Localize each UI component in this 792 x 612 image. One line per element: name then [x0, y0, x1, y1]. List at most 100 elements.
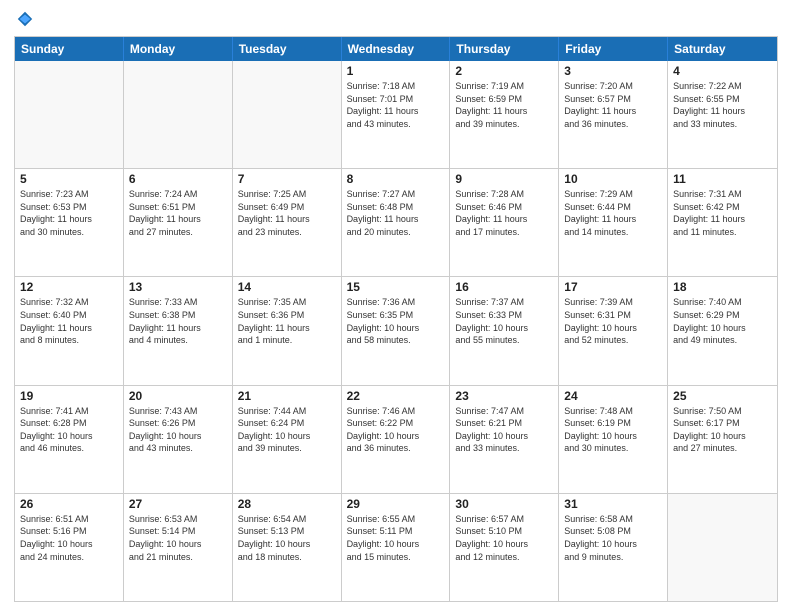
- calendar-header-cell: Tuesday: [233, 37, 342, 61]
- calendar-cell: 11 Sunrise: 7:31 AM Sunset: 6:42 PM Dayli…: [668, 169, 777, 276]
- calendar-cell-empty: [124, 61, 233, 168]
- calendar-cell: 21 Sunrise: 7:44 AM Sunset: 6:24 PM Dayli…: [233, 386, 342, 493]
- calendar: SundayMondayTuesdayWednesdayThursdayFrid…: [14, 36, 778, 602]
- calendar-header-cell: Sunday: [15, 37, 124, 61]
- day-number: 7: [238, 172, 336, 186]
- calendar-cell: 16 Sunrise: 7:37 AM Sunset: 6:33 PM Dayli…: [450, 277, 559, 384]
- calendar-cell: 18Sunrise: 7:40 AM Sunset: 6:29 PM Dayli…: [668, 277, 777, 384]
- calendar-row: 19 Sunrise: 7:41 AM Sunset: 6:28 PM Dayli…: [15, 385, 777, 493]
- cell-info: Sunrise: 7:36 AM Sunset: 6:35 PM Dayligh…: [347, 296, 445, 346]
- day-number: 31: [564, 497, 662, 511]
- cell-info: Sunrise: 7:24 AM Sunset: 6:51 PM Dayligh…: [129, 188, 227, 238]
- logo-icon: [16, 10, 34, 28]
- day-number: 10: [564, 172, 662, 186]
- calendar-cell: 15 Sunrise: 7:36 AM Sunset: 6:35 PM Dayli…: [342, 277, 451, 384]
- calendar-cell: 27 Sunrise: 6:53 AM Sunset: 5:14 PM Dayli…: [124, 494, 233, 601]
- calendar-cell: 29 Sunrise: 6:55 AM Sunset: 5:11 PM Dayli…: [342, 494, 451, 601]
- day-number: 2: [455, 64, 553, 78]
- calendar-cell: 30 Sunrise: 6:57 AM Sunset: 5:10 PM Dayli…: [450, 494, 559, 601]
- calendar-cell-empty: [233, 61, 342, 168]
- day-number: 9: [455, 172, 553, 186]
- cell-info: Sunrise: 7:22 AM Sunset: 6:55 PM Dayligh…: [673, 80, 772, 130]
- calendar-cell: 12 Sunrise: 7:32 AM Sunset: 6:40 PM Dayli…: [15, 277, 124, 384]
- day-number: 23: [455, 389, 553, 403]
- calendar-cell: 17 Sunrise: 7:39 AM Sunset: 6:31 PM Dayli…: [559, 277, 668, 384]
- cell-info: Sunrise: 6:53 AM Sunset: 5:14 PM Dayligh…: [129, 513, 227, 563]
- day-number: 24: [564, 389, 662, 403]
- cell-info: Sunrise: 7:31 AM Sunset: 6:42 PM Dayligh…: [673, 188, 772, 238]
- day-number: 12: [20, 280, 118, 294]
- cell-info: Sunrise: 7:32 AM Sunset: 6:40 PM Dayligh…: [20, 296, 118, 346]
- calendar-cell: 9 Sunrise: 7:28 AM Sunset: 6:46 PM Daylig…: [450, 169, 559, 276]
- calendar-cell: 2 Sunrise: 7:19 AM Sunset: 6:59 PM Daylig…: [450, 61, 559, 168]
- cell-info: Sunrise: 7:18 AM Sunset: 7:01 PM Dayligh…: [347, 80, 445, 130]
- calendar-cell: 1 Sunrise: 7:18 AM Sunset: 7:01 PM Daylig…: [342, 61, 451, 168]
- day-number: 17: [564, 280, 662, 294]
- cell-info: Sunrise: 7:25 AM Sunset: 6:49 PM Dayligh…: [238, 188, 336, 238]
- cell-info: Sunrise: 7:20 AM Sunset: 6:57 PM Dayligh…: [564, 80, 662, 130]
- cell-info: Sunrise: 6:51 AM Sunset: 5:16 PM Dayligh…: [20, 513, 118, 563]
- calendar-cell: 10Sunrise: 7:29 AM Sunset: 6:44 PM Dayli…: [559, 169, 668, 276]
- calendar-cell: 23 Sunrise: 7:47 AM Sunset: 6:21 PM Dayli…: [450, 386, 559, 493]
- day-number: 30: [455, 497, 553, 511]
- cell-info: Sunrise: 6:54 AM Sunset: 5:13 PM Dayligh…: [238, 513, 336, 563]
- calendar-header-cell: Saturday: [668, 37, 777, 61]
- cell-info: Sunrise: 7:48 AM Sunset: 6:19 PM Dayligh…: [564, 405, 662, 455]
- calendar-header-row: SundayMondayTuesdayWednesdayThursdayFrid…: [15, 37, 777, 61]
- calendar-row: 1 Sunrise: 7:18 AM Sunset: 7:01 PM Daylig…: [15, 61, 777, 168]
- cell-info: Sunrise: 7:19 AM Sunset: 6:59 PM Dayligh…: [455, 80, 553, 130]
- day-number: 19: [20, 389, 118, 403]
- calendar-cell: 7 Sunrise: 7:25 AM Sunset: 6:49 PM Daylig…: [233, 169, 342, 276]
- cell-info: Sunrise: 7:40 AM Sunset: 6:29 PM Dayligh…: [673, 296, 772, 346]
- cell-info: Sunrise: 7:28 AM Sunset: 6:46 PM Dayligh…: [455, 188, 553, 238]
- calendar-cell: 4 Sunrise: 7:22 AM Sunset: 6:55 PM Daylig…: [668, 61, 777, 168]
- calendar-cell: 3 Sunrise: 7:20 AM Sunset: 6:57 PM Daylig…: [559, 61, 668, 168]
- calendar-cell: 25 Sunrise: 7:50 AM Sunset: 6:17 PM Dayli…: [668, 386, 777, 493]
- cell-info: Sunrise: 7:33 AM Sunset: 6:38 PM Dayligh…: [129, 296, 227, 346]
- cell-info: Sunrise: 7:39 AM Sunset: 6:31 PM Dayligh…: [564, 296, 662, 346]
- day-number: 4: [673, 64, 772, 78]
- calendar-cell: 20Sunrise: 7:43 AM Sunset: 6:26 PM Dayli…: [124, 386, 233, 493]
- cell-info: Sunrise: 7:35 AM Sunset: 6:36 PM Dayligh…: [238, 296, 336, 346]
- page: SundayMondayTuesdayWednesdayThursdayFrid…: [0, 0, 792, 612]
- cell-info: Sunrise: 7:43 AM Sunset: 6:26 PM Dayligh…: [129, 405, 227, 455]
- logo: [14, 10, 34, 28]
- cell-info: Sunrise: 6:57 AM Sunset: 5:10 PM Dayligh…: [455, 513, 553, 563]
- day-number: 11: [673, 172, 772, 186]
- day-number: 1: [347, 64, 445, 78]
- day-number: 6: [129, 172, 227, 186]
- cell-info: Sunrise: 7:41 AM Sunset: 6:28 PM Dayligh…: [20, 405, 118, 455]
- cell-info: Sunrise: 7:44 AM Sunset: 6:24 PM Dayligh…: [238, 405, 336, 455]
- day-number: 25: [673, 389, 772, 403]
- day-number: 28: [238, 497, 336, 511]
- calendar-cell: 14Sunrise: 7:35 AM Sunset: 6:36 PM Dayli…: [233, 277, 342, 384]
- calendar-cell: 24 Sunrise: 7:48 AM Sunset: 6:19 PM Dayli…: [559, 386, 668, 493]
- cell-info: Sunrise: 7:37 AM Sunset: 6:33 PM Dayligh…: [455, 296, 553, 346]
- calendar-cell: 26 Sunrise: 6:51 AM Sunset: 5:16 PM Dayli…: [15, 494, 124, 601]
- calendar-cell: 5Sunrise: 7:23 AM Sunset: 6:53 PM Daylig…: [15, 169, 124, 276]
- day-number: 13: [129, 280, 227, 294]
- cell-info: Sunrise: 6:55 AM Sunset: 5:11 PM Dayligh…: [347, 513, 445, 563]
- calendar-cell: 28 Sunrise: 6:54 AM Sunset: 5:13 PM Dayli…: [233, 494, 342, 601]
- day-number: 15: [347, 280, 445, 294]
- day-number: 21: [238, 389, 336, 403]
- day-number: 5: [20, 172, 118, 186]
- calendar-cell: 13 Sunrise: 7:33 AM Sunset: 6:38 PM Dayli…: [124, 277, 233, 384]
- day-number: 22: [347, 389, 445, 403]
- header: [14, 10, 778, 28]
- day-number: 3: [564, 64, 662, 78]
- calendar-cell: 31 Sunrise: 6:58 AM Sunset: 5:08 PM Dayli…: [559, 494, 668, 601]
- day-number: 27: [129, 497, 227, 511]
- cell-info: Sunrise: 6:58 AM Sunset: 5:08 PM Dayligh…: [564, 513, 662, 563]
- calendar-row: 12 Sunrise: 7:32 AM Sunset: 6:40 PM Dayli…: [15, 276, 777, 384]
- day-number: 16: [455, 280, 553, 294]
- calendar-cell-empty: [15, 61, 124, 168]
- day-number: 26: [20, 497, 118, 511]
- day-number: 29: [347, 497, 445, 511]
- calendar-header-cell: Friday: [559, 37, 668, 61]
- calendar-row: 26 Sunrise: 6:51 AM Sunset: 5:16 PM Dayli…: [15, 493, 777, 601]
- cell-info: Sunrise: 7:47 AM Sunset: 6:21 PM Dayligh…: [455, 405, 553, 455]
- calendar-cell: 8Sunrise: 7:27 AM Sunset: 6:48 PM Daylig…: [342, 169, 451, 276]
- cell-info: Sunrise: 7:46 AM Sunset: 6:22 PM Dayligh…: [347, 405, 445, 455]
- cell-info: Sunrise: 7:50 AM Sunset: 6:17 PM Dayligh…: [673, 405, 772, 455]
